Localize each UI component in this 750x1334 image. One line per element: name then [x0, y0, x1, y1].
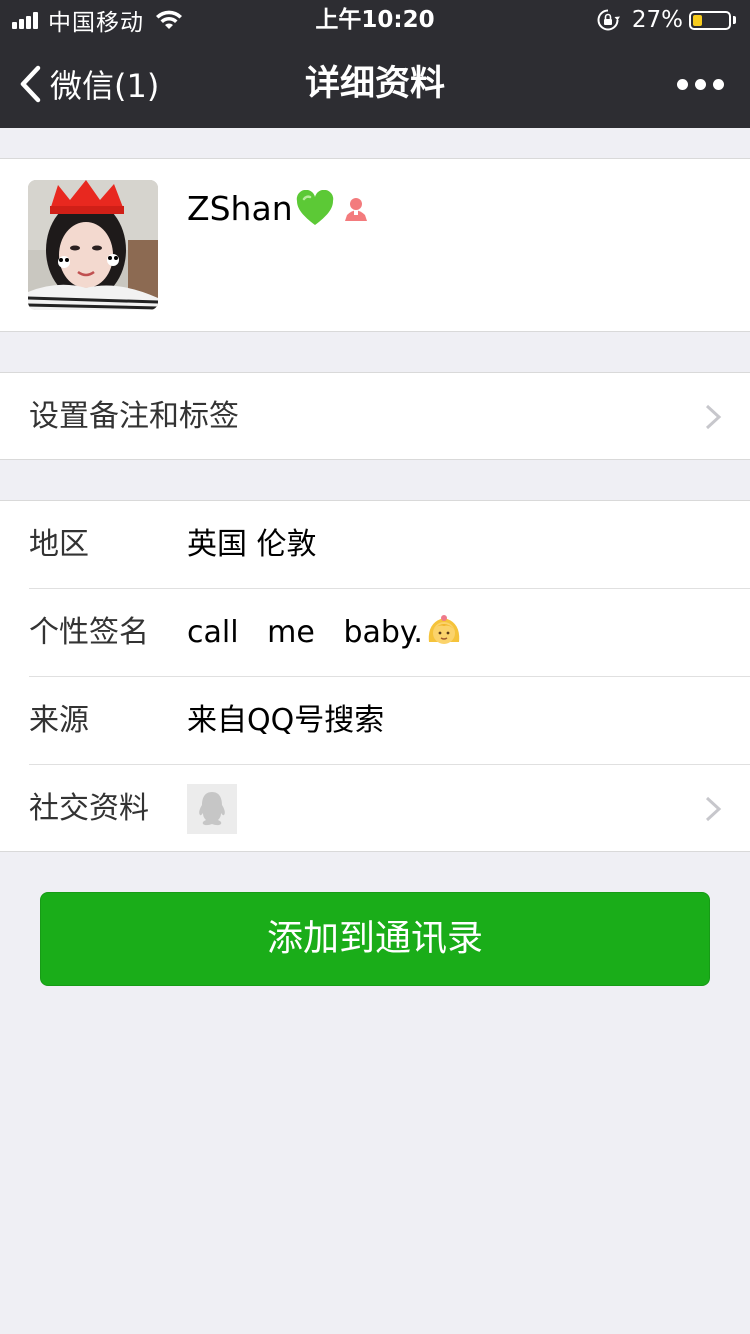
signature-value: call me baby. [187, 615, 423, 650]
social-profile-row[interactable]: 社交资料 [0, 765, 750, 853]
source-row: 来源 来自QQ号搜索 [0, 677, 750, 765]
more-dot [713, 78, 724, 90]
avatar[interactable] [28, 180, 158, 310]
nav-bar: 微信(1) 详细资料 [0, 40, 750, 128]
source-value: 来自QQ号搜索 [187, 703, 385, 738]
remark-card: 设置备注和标签 [0, 372, 750, 460]
profile-name-row: ZShan [187, 189, 371, 228]
social-profile-label: 社交资料 [29, 791, 149, 826]
source-label: 来源 [29, 703, 89, 738]
chevron-right-icon [705, 404, 722, 430]
battery-nub [733, 16, 736, 24]
status-right: 27% [596, 0, 736, 40]
profile-name: ZShan [187, 189, 293, 228]
region-label: 地区 [29, 527, 89, 562]
signature-row: 个性签名 call me baby. [0, 589, 750, 677]
back-label: 微信(1) [50, 67, 160, 105]
back-button[interactable]: 微信(1) [18, 40, 159, 128]
region-row: 地区 英国 伦敦 [0, 501, 750, 589]
more-button[interactable] [670, 40, 724, 128]
chevron-left-icon [20, 65, 41, 103]
female-icon [344, 197, 367, 221]
avatar-image [28, 180, 158, 310]
battery-percent: 27% [631, 7, 683, 33]
orientation-lock-icon [597, 9, 620, 31]
signature-value-wrap: call me baby. [187, 589, 463, 677]
status-bar: 中国移动 上午10:20 27% [0, 0, 750, 40]
set-remark-tags-label: 设置备注和标签 [29, 399, 239, 434]
chevron-right-icon [705, 796, 722, 822]
more-dots-icon [677, 78, 688, 90]
girl-emoji-icon [428, 614, 460, 644]
profile-card: ZShan [0, 158, 750, 332]
battery-fill [693, 14, 702, 26]
info-card: 地区 英国 伦敦 个性签名 call me baby. 来源 来自QQ号搜索 社… [0, 500, 750, 852]
add-to-contacts-button[interactable]: 添加到通讯录 [40, 892, 710, 986]
qq-icon [187, 784, 237, 834]
battery-icon [689, 10, 731, 30]
set-remark-tags-row[interactable]: 设置备注和标签 [0, 373, 750, 461]
more-dot [695, 78, 706, 90]
signature-label: 个性签名 [29, 615, 149, 650]
region-value: 英国 伦敦 [187, 527, 317, 562]
green-heart-icon [296, 189, 333, 225]
